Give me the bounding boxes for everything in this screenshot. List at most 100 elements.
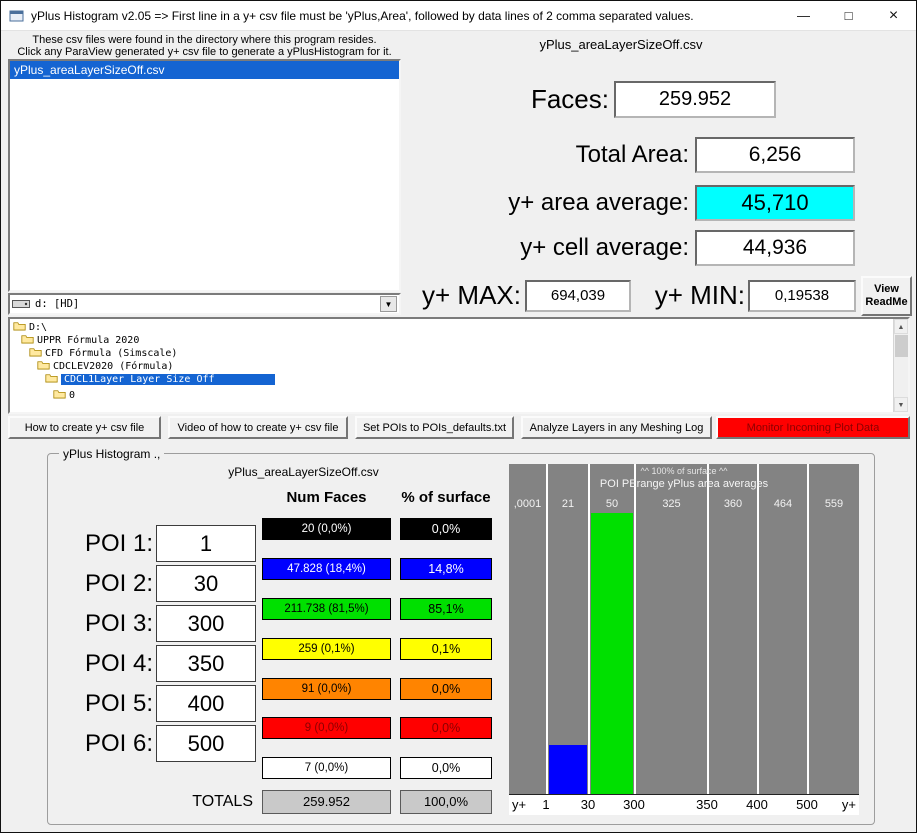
scroll-thumb[interactable] [895,335,908,357]
dropdown-arrow-icon[interactable]: ▼ [380,296,397,312]
poi-4-label: POI 4: [84,650,153,677]
chart-column: 21 [546,464,588,794]
tree-item-label: CDCL1Layer Layer Size Off [61,374,275,385]
poi-5-label: POI 5: [84,690,153,717]
instructions: These csv files were found in the direct… [8,34,401,58]
tree-item[interactable]: 0 [53,389,75,402]
num-faces-cell: 91 (0,0%) [262,678,391,700]
num-faces-header: Num Faces [286,489,367,506]
num-faces-cell: 47.828 (18,4%) [262,558,391,580]
monitor-plot-data-button[interactable]: Monitor Incoming Plot Data [716,416,910,439]
bin-avg-label: 559 [824,498,844,510]
chart-title: ^^ 100% of surface ^^ [640,466,728,476]
poi-2-label: POI 2: [84,570,153,597]
pct-cell: 0,0% [400,518,492,540]
yplus-cell-average-value: 44,936 [695,230,855,266]
pct-surface-header: % of surface [401,489,491,506]
analyze-layers-button[interactable]: Analyze Layers in any Meshing Log [521,416,712,439]
tree-item[interactable]: CDCLEV2020 (Fórmula) [37,360,173,373]
num-faces-cell: 9 (0,0%) [262,717,391,739]
drive-selector[interactable]: d: [HD] ▼ [8,293,401,315]
yplus-cell-average-label: y+ cell average: [520,234,689,261]
poi-1-input[interactable] [156,525,256,562]
x-axis-strip: y+ 1 30 300 350 400 500 y+ [509,794,859,815]
app-icon [9,8,24,23]
folder-icon [37,360,50,373]
histogram-bar [549,745,587,794]
yplus-min-value: 0,19538 [748,280,856,312]
drive-value: d: [HD] [35,298,80,310]
minimize-button[interactable]: — [781,1,826,30]
totals-label: TOTALS [192,793,253,810]
folder-icon [21,334,34,347]
total-area-value: 6,256 [695,137,855,173]
set-pois-button[interactable]: Set POIs to POIs_defaults.txt [355,416,514,439]
poi-3-input[interactable] [156,605,256,642]
view-readme-line1: View [874,283,899,295]
video-how-to-button[interactable]: Video of how to create y+ csv file [168,416,348,439]
pct-cell: 14,8% [400,558,492,580]
num-faces-cell: 259 (0,1%) [262,638,391,660]
poi-2-input[interactable] [156,565,256,602]
scroll-down-icon[interactable]: ▼ [894,397,908,412]
tree-scrollbar[interactable]: ▲ ▼ [893,319,908,412]
num-faces-cell: 211.738 (81,5%) [262,598,391,620]
poi-4-input[interactable] [156,645,256,682]
view-readme-line2: ReadMe [865,296,908,308]
totals-num-faces: 259.952 [262,790,391,814]
axis-tick: 500 [796,797,818,812]
view-readme-button[interactable]: View ReadMe [861,276,912,316]
tree-item-label: CFD Fórmula (Simscale) [45,348,178,359]
axis-tick: 350 [696,797,718,812]
maximize-button[interactable]: □ [826,1,871,30]
how-to-create-csv-button[interactable]: How to create y+ csv file [8,416,161,439]
bin-avg-label: 325 [662,498,681,510]
axis-tick: 300 [623,797,645,812]
tree-item-selected[interactable]: CDCL1Layer Layer Size Off [45,373,275,386]
faces-value: 259.952 [614,81,776,118]
chart-column: 559 [807,464,859,794]
pct-cell: 0,0% [400,757,492,779]
chart-column: ,0001 [509,464,546,794]
tree-item-label: CDCLEV2020 (Fórmula) [53,361,174,372]
axis-tick: 1 [542,797,550,812]
window-title: yPlus Histogram v2.05 => First line in a… [31,8,694,23]
tree-item-label: 0 [69,390,76,401]
chart-subtitle: POI PErange yPlus area averages [599,478,769,490]
instructions-line2: Click any ParaView generated y+ csv file… [17,46,392,58]
axis-tick: y+ [841,797,856,812]
group-title: yPlus Histogram ., [59,447,165,461]
tree-item[interactable]: CFD Fórmula (Simscale) [29,347,177,360]
drive-icon [12,299,30,309]
chart-column: 325 [634,464,707,794]
poi-1-label: POI 1: [84,530,153,557]
tree-item-label: D:\ [29,322,48,333]
num-faces-cell: 20 (0,0%) [262,518,391,540]
bin-avg-label: 464 [773,498,793,510]
pct-cell: 0,1% [400,638,492,660]
tree-item[interactable]: UPPR Fórmula 2020 [21,334,139,347]
file-listbox: yPlus_areaLayerSizeOff.csv [8,59,401,292]
poi-6-label: POI 6: [84,730,153,757]
chart-column: 50 [588,464,634,794]
panel-csv-label: yPlus_areaLayerSizeOff.csv [228,465,379,479]
bin-avg-label: 50 [605,498,619,510]
tree-item-label: UPPR Fórmula 2020 [37,335,140,346]
close-button[interactable]: × [871,1,916,30]
scroll-up-icon[interactable]: ▲ [894,319,908,334]
poi-6-input[interactable] [156,725,256,762]
histogram-bar [591,513,633,794]
faces-label: Faces: [530,84,609,114]
poi-5-input[interactable] [156,685,256,722]
bin-avg-label: ,0001 [513,498,542,510]
totals-pct: 100,0% [400,790,492,814]
tree-item-root[interactable]: D:\ [13,321,47,334]
directory-tree: D:\ UPPR Fórmula 2020 CFD Fórmula (Simsc… [8,317,910,414]
folder-icon [13,321,26,334]
bin-avg-label: 21 [561,498,575,510]
folder-icon [45,373,58,386]
file-item[interactable]: yPlus_areaLayerSizeOff.csv [10,61,399,79]
pct-cell: 85,1% [400,598,492,620]
title-bar: yPlus Histogram v2.05 => First line in a… [1,1,916,31]
num-faces-cell: 7 (0,0%) [262,757,391,779]
